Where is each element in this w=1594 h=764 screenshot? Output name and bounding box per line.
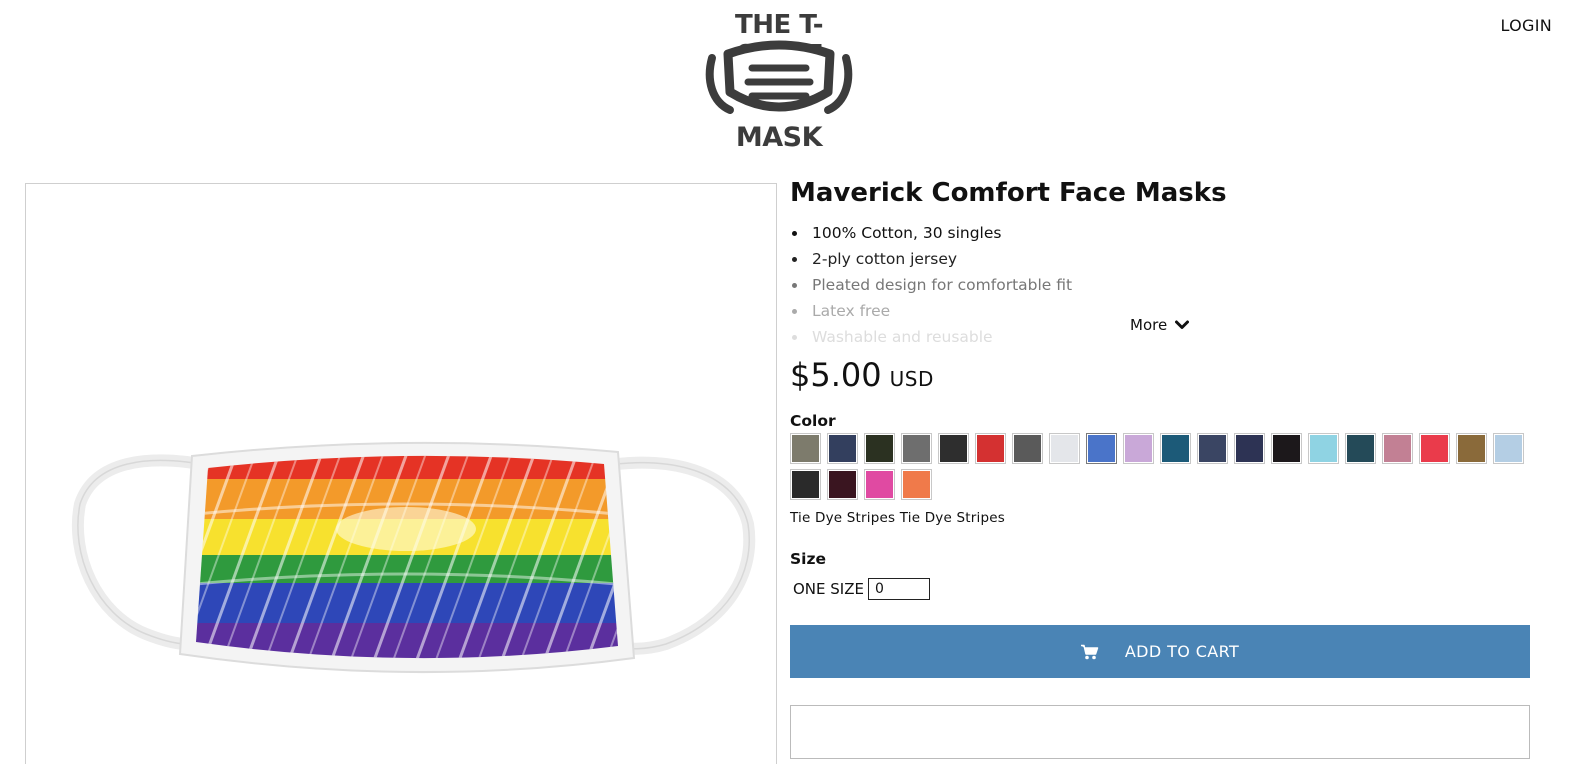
color-swatch-dark-teal-pattern[interactable] bbox=[1345, 433, 1376, 464]
color-label: Color bbox=[790, 412, 836, 430]
color-swatch-canada-flag[interactable] bbox=[975, 433, 1006, 464]
color-swatch-fill bbox=[792, 435, 819, 462]
color-swatch-sunset[interactable] bbox=[901, 469, 932, 500]
color-swatch-fill bbox=[829, 471, 856, 498]
feature-item: 2-ply cotton jersey bbox=[790, 246, 1270, 272]
size-quantity-input[interactable] bbox=[867, 578, 930, 600]
color-swatch-navy-stripe[interactable] bbox=[1197, 433, 1228, 464]
color-swatch-usa-flag[interactable] bbox=[1234, 433, 1265, 464]
color-swatch-leopard[interactable] bbox=[1456, 433, 1487, 464]
price-currency: USD bbox=[889, 367, 934, 391]
color-swatch-fill bbox=[1125, 435, 1152, 462]
color-swatch-fill bbox=[829, 435, 856, 462]
feature-item: Pleated design for comfortable fit bbox=[790, 272, 1270, 298]
price: $5.00 USD bbox=[790, 356, 934, 394]
more-label: More bbox=[1130, 316, 1168, 334]
color-swatch-fill bbox=[903, 435, 930, 462]
color-swatch-black-camo[interactable] bbox=[938, 433, 969, 464]
chevron-down-icon bbox=[1175, 320, 1190, 329]
color-swatch-fill bbox=[866, 435, 893, 462]
size-option-label: ONE SIZE bbox=[793, 580, 864, 598]
cart-icon bbox=[1080, 644, 1099, 659]
color-swatch-olive[interactable] bbox=[790, 433, 821, 464]
feature-item: Latex free bbox=[790, 298, 1270, 324]
color-swatch-fill bbox=[866, 471, 893, 498]
color-swatch-fill bbox=[903, 471, 930, 498]
color-swatch-teal[interactable] bbox=[1160, 433, 1191, 464]
color-swatch-fill bbox=[1199, 435, 1226, 462]
color-swatch-mauve[interactable] bbox=[1382, 433, 1413, 464]
size-row: ONE SIZE bbox=[793, 578, 930, 600]
color-swatch-fill bbox=[1014, 435, 1041, 462]
color-swatch-red[interactable] bbox=[1419, 433, 1450, 464]
add-to-cart-button[interactable]: ADD TO CART bbox=[790, 625, 1530, 678]
color-swatch-white[interactable] bbox=[1049, 433, 1080, 464]
color-swatch-black[interactable] bbox=[1271, 433, 1302, 464]
color-swatch-fill bbox=[1347, 435, 1374, 462]
add-to-cart-label: ADD TO CART bbox=[1124, 642, 1240, 661]
color-swatch-fill bbox=[1495, 435, 1522, 462]
product-image[interactable] bbox=[25, 183, 777, 764]
color-swatch-rainbow-pink[interactable] bbox=[864, 469, 895, 500]
color-swatch-fill bbox=[1421, 435, 1448, 462]
payment-box[interactable] bbox=[790, 705, 1530, 759]
logo-text-bottom: MASK bbox=[735, 122, 823, 153]
size-label: Size bbox=[790, 550, 827, 568]
color-swatch-fill bbox=[1088, 435, 1115, 462]
color-swatch-light-blue[interactable] bbox=[1493, 433, 1524, 464]
color-swatch-fill bbox=[1458, 435, 1485, 462]
color-swatch-navy[interactable] bbox=[827, 433, 858, 464]
color-swatch-burgundy-camo[interactable] bbox=[827, 469, 858, 500]
color-swatch-fill bbox=[940, 435, 967, 462]
login-link[interactable]: LOGIN bbox=[1500, 16, 1552, 35]
color-swatch-light-blue-tie-dye[interactable] bbox=[1308, 433, 1339, 464]
color-swatch-fill bbox=[1236, 435, 1263, 462]
color-swatch-pastel-tie-dye[interactable] bbox=[1123, 433, 1154, 464]
color-swatch-fill bbox=[792, 471, 819, 498]
product-title: Maverick Comfort Face Masks bbox=[790, 178, 1227, 208]
more-toggle[interactable]: More bbox=[1130, 316, 1190, 334]
color-swatch-grey-texture[interactable] bbox=[1012, 433, 1043, 464]
color-swatch-fill bbox=[977, 435, 1004, 462]
feature-item: 100% Cotton, 30 singles bbox=[790, 220, 1270, 246]
color-swatch-fill bbox=[1051, 435, 1078, 462]
color-swatch-black-marble[interactable] bbox=[790, 469, 821, 500]
color-swatch-army-camo[interactable] bbox=[864, 433, 895, 464]
rainbow-tie-dye-mask-image bbox=[71, 441, 756, 674]
site-logo[interactable]: THE T-SHIRT MASK bbox=[694, 8, 864, 156]
color-swatch-fill bbox=[1384, 435, 1411, 462]
color-swatches bbox=[790, 433, 1530, 500]
color-swatch-fill bbox=[1273, 435, 1300, 462]
price-amount: $5.00 bbox=[790, 356, 882, 394]
color-swatch-tie-dye-stripes[interactable] bbox=[1086, 433, 1117, 464]
color-swatch-fill bbox=[1162, 435, 1189, 462]
color-swatch-fill bbox=[1310, 435, 1337, 462]
product-features: 100% Cotton, 30 singles 2-ply cotton jer… bbox=[790, 220, 1270, 342]
selected-color-name: Tie Dye Stripes Tie Dye Stripes bbox=[790, 510, 1005, 526]
feature-item: Washable and reusable bbox=[790, 324, 1270, 342]
mask-logo-icon bbox=[705, 40, 853, 114]
color-swatch-grey[interactable] bbox=[901, 433, 932, 464]
